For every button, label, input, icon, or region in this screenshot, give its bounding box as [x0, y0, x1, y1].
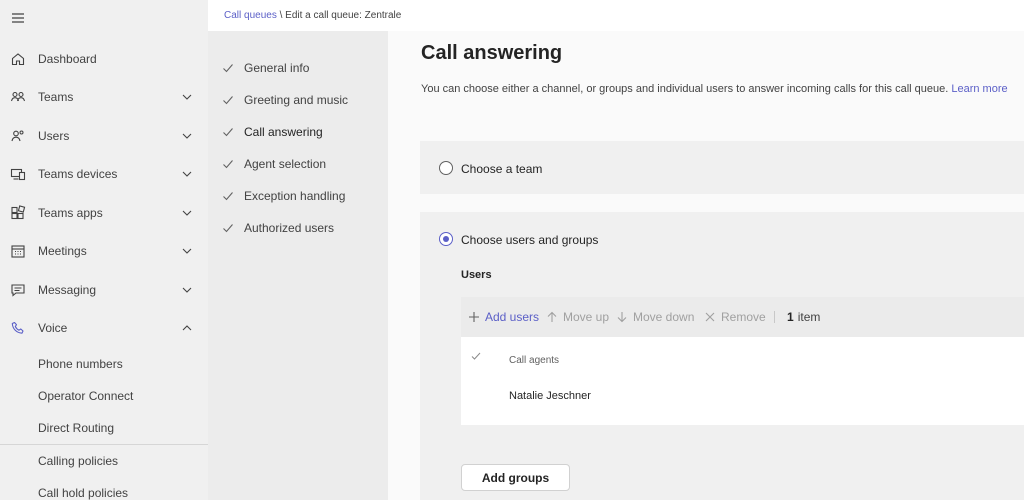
description-text: You can choose either a channel, or grou… [421, 83, 949, 95]
nav-item-meetings[interactable]: Meetings [0, 232, 208, 270]
step-label: Authorized users [244, 221, 335, 235]
add-users-button[interactable]: Add users [468, 297, 539, 337]
users-toolbar: Add users Move up Move down Remove 1 ite… [461, 297, 1024, 337]
chevron-down-icon[interactable] [181, 207, 193, 219]
toolbar-divider [774, 311, 775, 323]
checkmark-icon [223, 128, 233, 137]
item-count-number: 1 [787, 310, 794, 324]
column-header-call-agents[interactable]: Call agents [509, 355, 559, 366]
chevron-down-icon[interactable] [181, 91, 193, 103]
choose-team-card: Choose a team [420, 141, 1024, 194]
breadcrumb-separator: \ [279, 10, 283, 21]
step-general-info[interactable]: General info [222, 60, 309, 76]
checkmark-icon [223, 160, 233, 169]
breadcrumb-link-call-queues[interactable]: Call queues [224, 10, 277, 21]
move-down-label: Move down [633, 310, 695, 324]
nav-label: Dashboard [38, 52, 97, 66]
choose-team-label[interactable]: Choose a team [461, 162, 542, 176]
nav-item-voice[interactable]: Voice [0, 309, 208, 347]
move-up-button[interactable]: Move up [546, 297, 609, 337]
hamburger-menu-icon[interactable] [10, 10, 26, 26]
calendar-icon [11, 245, 25, 258]
item-count-label: item [797, 310, 821, 324]
nav-label: Meetings [38, 244, 87, 258]
choose-users-radio[interactable] [439, 232, 453, 246]
add-users-label: Add users [485, 310, 540, 324]
step-exception-handling[interactable]: Exception handling [222, 188, 345, 204]
step-label: Exception handling [244, 189, 346, 203]
item-count: 1 item [787, 297, 820, 337]
nav-item-teams-apps[interactable]: Teams apps [0, 194, 208, 232]
move-up-label: Move up [563, 310, 610, 324]
nav-item-dashboard[interactable]: Dashboard [0, 40, 208, 78]
choose-users-card: Choose users and groups Users Add users … [420, 212, 1024, 500]
teams-icon [10, 91, 26, 102]
nav-label: Teams devices [38, 167, 118, 181]
step-label: Greeting and music [244, 93, 349, 107]
chevron-down-icon[interactable] [181, 284, 193, 296]
checkmark-icon [223, 64, 233, 73]
nav-sub-call-hold-policies[interactable]: Call hold policies [38, 486, 128, 500]
page-description: You can choose either a channel, or grou… [421, 83, 1008, 95]
step-agent-selection[interactable]: Agent selection [222, 156, 326, 172]
step-greeting-and-music[interactable]: Greeting and music [222, 92, 348, 108]
nav-item-messaging[interactable]: Messaging [0, 271, 208, 309]
checkmark-icon [223, 96, 233, 105]
nav-label: Teams [38, 90, 74, 104]
home-icon [11, 53, 25, 66]
nav-sub-direct-routing[interactable]: Direct Routing [38, 421, 114, 435]
main-content: Call answering You can choose either a c… [388, 31, 1024, 500]
devices-icon [10, 168, 26, 181]
arrow-down-icon [617, 312, 627, 323]
close-icon [705, 312, 715, 322]
remove-button[interactable]: Remove [704, 297, 766, 337]
breadcrumb: Call queues \ Edit a call queue: Zentral… [224, 10, 401, 21]
nav-label: Messaging [38, 283, 97, 297]
remove-label: Remove [721, 310, 766, 324]
chevron-up-icon[interactable] [181, 322, 193, 334]
page-title: Call answering [421, 42, 563, 64]
users-heading: Users [461, 269, 492, 281]
step-authorized-users[interactable]: Authorized users [222, 220, 334, 236]
step-label: General info [244, 61, 310, 75]
table-row-agent[interactable]: Natalie Jeschner [509, 390, 591, 402]
call-agents-table: Call agents Natalie Jeschner [461, 337, 1024, 425]
nav-item-users[interactable]: Users [0, 117, 208, 155]
plus-icon [469, 312, 479, 322]
nav-item-teams-devices[interactable]: Teams devices [0, 155, 208, 193]
nav-sub-operator-connect[interactable]: Operator Connect [38, 389, 133, 403]
learn-more-link[interactable]: Learn more [951, 83, 1007, 95]
nav-sub-calling-policies[interactable]: Calling policies [38, 454, 118, 468]
phone-icon [11, 321, 24, 334]
step-label: Call answering [244, 125, 323, 139]
checkmark-icon [223, 192, 233, 201]
nav-sub-phone-numbers[interactable]: Phone numbers [38, 357, 123, 371]
choose-team-radio[interactable] [439, 161, 453, 175]
nav-label: Voice [38, 321, 68, 335]
add-groups-button[interactable]: Add groups [461, 464, 570, 491]
chat-icon [11, 284, 25, 297]
nav-label: Users [38, 129, 70, 143]
nav-label: Teams apps [38, 206, 103, 220]
chevron-down-icon[interactable] [181, 130, 193, 142]
nav-item-teams[interactable]: Teams [0, 78, 208, 116]
wizard-steps: General info Greeting and music Call ans… [208, 31, 388, 500]
apps-icon [11, 205, 26, 220]
select-all-checkmark-icon[interactable] [471, 351, 481, 361]
choose-users-label[interactable]: Choose users and groups [461, 233, 598, 247]
move-down-button[interactable]: Move down [616, 297, 694, 337]
users-icon [11, 130, 24, 142]
arrow-up-icon [547, 311, 557, 322]
step-call-answering[interactable]: Call answering [222, 124, 323, 140]
chevron-down-icon[interactable] [181, 168, 193, 180]
left-navigation: Dashboard Teams Users Teams devices Team… [0, 0, 208, 500]
step-label: Agent selection [244, 157, 327, 171]
chevron-down-icon[interactable] [181, 245, 193, 257]
breadcrumb-bar: Call queues \ Edit a call queue: Zentral… [208, 0, 1024, 31]
nav-divider [0, 444, 208, 445]
checkmark-icon [223, 224, 233, 233]
breadcrumb-current: Edit a call queue: Zentrale [285, 10, 402, 21]
